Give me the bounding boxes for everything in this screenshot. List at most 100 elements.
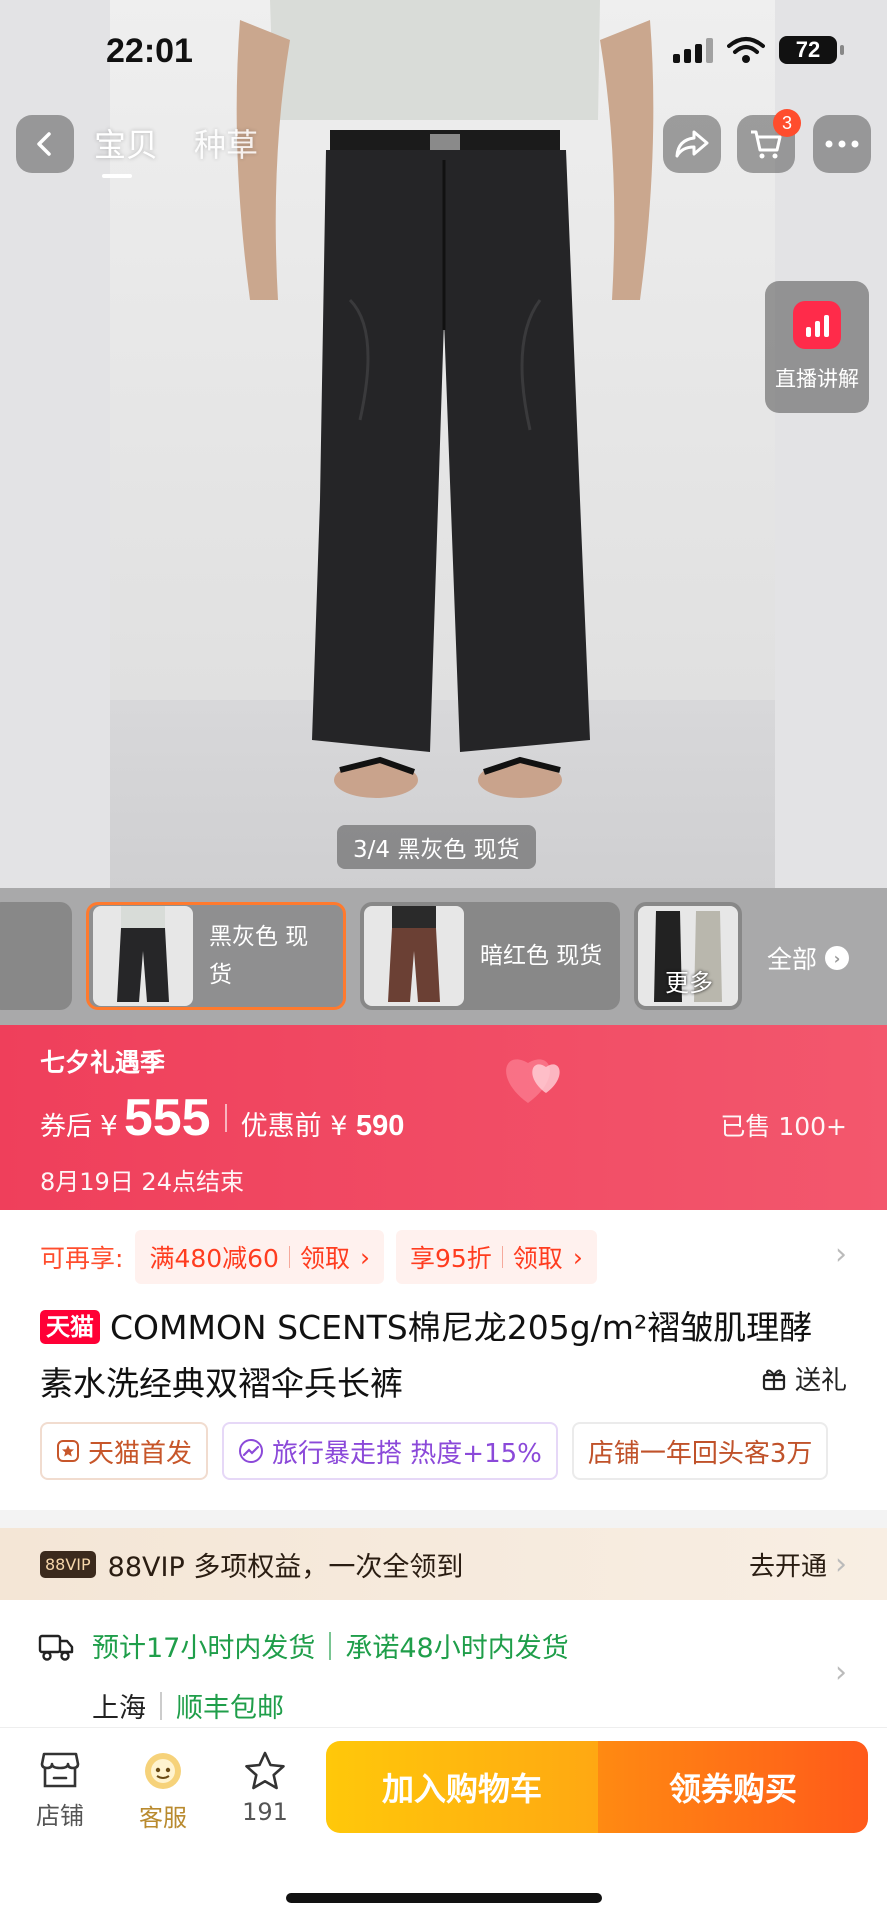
- chevron-right-icon: ›: [825, 946, 850, 970]
- live-label: 直播讲解: [775, 367, 859, 391]
- tag-repeat-customers[interactable]: 店铺一年回头客3万: [571, 1422, 829, 1480]
- live-icon: [793, 301, 841, 349]
- price-row: 券后 ¥ 555 优惠前 ¥ 590: [40, 1088, 404, 1148]
- trend-icon: [239, 1439, 264, 1463]
- product-title: COMMON SCENTS棉尼龙205g/m²褶皱肌理酵素水洗经典双褶伞兵长裤: [40, 1308, 813, 1403]
- variant-item-black-gray[interactable]: 黑灰色 现货: [86, 902, 346, 1010]
- vip-text: 88VIP 多项权益，一次全领到: [107, 1551, 464, 1583]
- all-variants-label: 全部: [767, 945, 818, 974]
- coupon-claim: 领取: [512, 1244, 563, 1273]
- after-coupon-label: 券后: [40, 1112, 93, 1142]
- favorite-button[interactable]: 191: [220, 1750, 310, 1826]
- coupon-claim: 领取: [299, 1244, 350, 1273]
- tag-label: 天猫首发: [88, 1438, 193, 1469]
- original-price-label: 优惠前: [240, 1111, 322, 1142]
- product-title-block: 天猫 COMMON SCENTS棉尼龙205g/m²褶皱肌理酵素水洗经典双褶伞兵长…: [40, 1300, 840, 1412]
- sold-count: 已售 100+: [720, 1112, 847, 1141]
- status-icons: 72: [673, 36, 844, 64]
- chevron-left-icon: [37, 132, 51, 156]
- variant-item-dark-red[interactable]: 暗红色 现货: [360, 902, 620, 1010]
- divider: [329, 1631, 332, 1660]
- gift-icon: [762, 1369, 786, 1390]
- carrier-free-shipping: 顺丰包邮: [176, 1693, 284, 1724]
- variant-thumbnail: [364, 906, 464, 1006]
- chevron-right-icon[interactable]: ›: [835, 1655, 847, 1690]
- back-button[interactable]: [16, 115, 74, 173]
- coupon-label: 可再享:: [40, 1244, 124, 1273]
- chevron-right-icon: ›: [572, 1242, 583, 1272]
- more-options-button[interactable]: [813, 115, 871, 173]
- shipping-estimate: 预计17小时内发货: [92, 1633, 316, 1664]
- after-coupon-price: 555: [123, 1089, 211, 1147]
- vip-activate-button[interactable]: 去开通 ›: [749, 1546, 847, 1583]
- chevron-right-icon: ›: [359, 1242, 370, 1272]
- store-label: 店铺: [36, 1802, 84, 1830]
- tag-label: 旅行暴走搭 热度+15%: [272, 1438, 542, 1469]
- tag-label: 店铺一年回头客3万: [587, 1438, 813, 1469]
- coupon-chip-percent[interactable]: 享95折 领取 ›: [395, 1230, 597, 1284]
- variant-prev-partial[interactable]: [0, 902, 72, 1010]
- header-tabs: 宝贝 种草: [94, 120, 258, 178]
- all-variants-button[interactable]: 全部 ›: [767, 940, 850, 976]
- cellular-signal-icon: [673, 37, 713, 63]
- tab-product[interactable]: 宝贝: [94, 120, 158, 178]
- live-explain-button[interactable]: 直播讲解: [765, 281, 869, 413]
- store-button[interactable]: 店铺: [15, 1750, 105, 1831]
- cart-button[interactable]: 3: [737, 109, 801, 173]
- divider: [160, 1691, 162, 1720]
- image-counter: 3/4 黑灰色 现货: [337, 825, 536, 869]
- original-price: 优惠前 ¥ 590: [241, 1104, 405, 1143]
- coupon-row[interactable]: 可再享: 满480减60 领取 › 享95折 领取 ›: [40, 1230, 597, 1284]
- share-button[interactable]: [663, 115, 721, 173]
- tag-travel-trend[interactable]: 旅行暴走搭 热度+15%: [222, 1422, 558, 1480]
- tag-tmall-launch[interactable]: 天猫首发: [40, 1422, 209, 1480]
- section-divider: [0, 1510, 887, 1528]
- chevron-right-icon: ›: [835, 1546, 847, 1582]
- more-dots-icon: [825, 140, 859, 148]
- share-icon: [675, 130, 709, 158]
- customer-service-label: 客服: [139, 1804, 187, 1832]
- store-icon: [40, 1752, 80, 1788]
- vip-banner[interactable]: 88VIP 88VIP 多项权益，一次全领到 去开通 ›: [0, 1528, 887, 1600]
- coupon-text: 满480减60: [149, 1244, 279, 1273]
- star-icon: [245, 1751, 285, 1790]
- favorite-count: 191: [242, 1798, 288, 1826]
- shipping-promise: 承诺48小时内发货: [345, 1633, 569, 1664]
- currency-symbol: ¥: [100, 1109, 118, 1142]
- coupon-buy-button[interactable]: 领券购买: [598, 1741, 868, 1833]
- festival-title: 七夕礼遇季: [40, 1048, 166, 1077]
- tmall-badge: 天猫: [40, 1310, 100, 1344]
- variant-more-thumbnail[interactable]: 更多: [634, 902, 742, 1010]
- home-indicator: [286, 1893, 602, 1903]
- cart-count-badge: 3: [773, 109, 801, 137]
- heart-decoration-icon: [506, 1059, 560, 1103]
- send-gift-button[interactable]: 送礼: [761, 1360, 847, 1397]
- delivery-truck-icon: [38, 1634, 74, 1661]
- customer-service-icon: [145, 1753, 181, 1789]
- product-tags: 天猫首发 旅行暴走搭 热度+15% 店铺一年回头客3万: [40, 1422, 887, 1480]
- original-price-value: 590: [355, 1110, 405, 1142]
- vip-activate-label: 去开通: [748, 1551, 827, 1582]
- status-time: 22:01: [106, 32, 193, 70]
- coupon-divider: [501, 1246, 503, 1268]
- ship-from-city: 上海: [92, 1693, 146, 1724]
- chevron-right-icon[interactable]: ›: [835, 1237, 847, 1272]
- customer-service-button[interactable]: 客服: [118, 1750, 208, 1833]
- variant-strip[interactable]: 黑灰色 现货 暗红色 现货 更多: [0, 888, 887, 1025]
- more-variants-label: 更多: [665, 969, 713, 997]
- add-to-cart-button[interactable]: 加入购物车: [326, 1741, 598, 1833]
- coupon-chip-discount[interactable]: 满480减60 领取 ›: [135, 1230, 384, 1284]
- currency-symbol: ¥: [330, 1111, 348, 1142]
- shipping-estimate-row: 预计17小时内发货 承诺48小时内发货: [92, 1626, 569, 1665]
- vip-badge-icon: 88VIP: [40, 1550, 96, 1578]
- tab-seed[interactable]: 种草: [194, 120, 258, 166]
- star-badge-icon: [57, 1440, 79, 1462]
- wifi-icon: [727, 37, 765, 63]
- price-banner: 七夕礼遇季 券后 ¥ 555 优惠前 ¥ 590 已售 100+ 8月19日 2…: [0, 1025, 887, 1210]
- price-divider: [224, 1104, 227, 1132]
- shipping-origin-row: 上海 顺丰包邮: [92, 1686, 284, 1725]
- variant-thumbnail: 更多: [638, 906, 738, 1006]
- coupon-divider: [288, 1246, 290, 1268]
- send-gift-label: 送礼: [794, 1366, 847, 1396]
- coupon-text: 享95折: [409, 1244, 492, 1273]
